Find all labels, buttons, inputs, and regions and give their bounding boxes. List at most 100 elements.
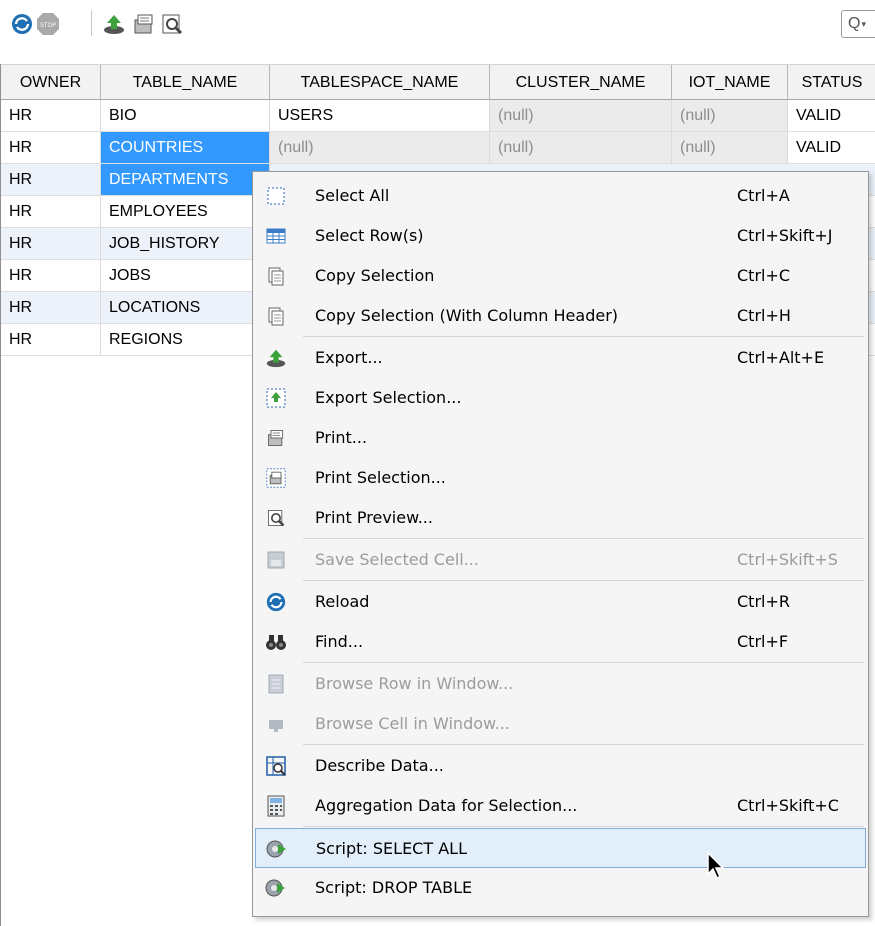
- menu-item-shortcut: Ctrl+C: [737, 266, 791, 285]
- menu-item-print-preview[interactable]: Print Preview...: [255, 498, 866, 538]
- table-row[interactable]: HR COUNTRIES (null) (null) (null) VALID: [1, 132, 875, 164]
- menu-item-label: Browse Row in Window...: [315, 674, 514, 693]
- print-icon: [134, 14, 153, 34]
- column-header[interactable]: STATUS: [788, 65, 875, 100]
- grid-cell[interactable]: HR: [1, 164, 101, 195]
- menu-item-label: Print...: [315, 428, 368, 447]
- binoculars-icon: [265, 631, 287, 653]
- export-icon: [104, 15, 124, 34]
- grid-cell[interactable]: HR: [1, 196, 101, 227]
- menu-item-save-selected-cell[interactable]: Save Selected Cell... Ctrl+Skift+S: [255, 540, 866, 580]
- menu-item-print-selection[interactable]: Print Selection...: [255, 458, 866, 498]
- grid-cell[interactable]: (null): [270, 132, 490, 163]
- menu-item-shortcut: Ctrl+Skift+S: [737, 550, 838, 569]
- export-icon: [265, 347, 287, 369]
- export-selection-icon: [265, 387, 287, 409]
- toolbar-separator: [91, 10, 92, 36]
- search-input[interactable]: Q ▾: [841, 10, 875, 38]
- svg-text:STOP: STOP: [40, 22, 56, 29]
- menu-item-reload[interactable]: Reload Ctrl+R: [255, 582, 866, 622]
- grid-cell[interactable]: VALID: [788, 100, 875, 131]
- menu-item-label: Export...: [315, 348, 383, 367]
- grid-cell[interactable]: VALID: [788, 132, 875, 163]
- menu-item-copy-selection[interactable]: Copy Selection Ctrl+C: [255, 256, 866, 296]
- menu-item-shortcut: Ctrl+Skift+C: [737, 796, 839, 815]
- menu-item-shortcut: Ctrl+R: [737, 592, 790, 611]
- menu-item-describe-data[interactable]: Describe Data...: [255, 746, 866, 786]
- print-button[interactable]: [132, 12, 156, 36]
- menu-item-find[interactable]: Find... Ctrl+F: [255, 622, 866, 662]
- save-cell-icon: [265, 549, 287, 571]
- grid-cell[interactable]: HR: [1, 132, 101, 163]
- menu-item-label: Script: SELECT ALL: [316, 839, 467, 858]
- mouse-cursor-icon: [707, 852, 725, 880]
- stop-button[interactable]: STOP: [36, 12, 60, 36]
- chevron-down-icon: ▾: [861, 18, 866, 29]
- grid-cell[interactable]: EMPLOYEES: [101, 196, 270, 227]
- grid-cell-selected[interactable]: COUNTRIES: [101, 132, 270, 163]
- menu-item-label: Copy Selection (With Column Header): [315, 306, 619, 325]
- copy-icon: [265, 265, 287, 287]
- menu-separator: [303, 662, 864, 663]
- grid-cell[interactable]: BIO: [101, 100, 270, 131]
- menu-item-select-all[interactable]: Select All Ctrl+A: [255, 176, 866, 216]
- menu-item-copy-with-header[interactable]: Copy Selection (With Column Header) Ctrl…: [255, 296, 866, 336]
- menu-item-select-rows[interactable]: Select Row(s) Ctrl+Skift+J: [255, 216, 866, 256]
- grid-cell[interactable]: (null): [490, 132, 672, 163]
- script-icon: [266, 838, 288, 860]
- stop-icon: STOP: [37, 13, 59, 35]
- menu-item-aggregation-data[interactable]: Aggregation Data for Selection... Ctrl+S…: [255, 786, 866, 826]
- reload-icon: [12, 14, 32, 34]
- search-icon: Q: [848, 15, 861, 32]
- menu-item-script-drop-table[interactable]: Script: DROP TABLE: [255, 868, 866, 908]
- grid-cell[interactable]: (null): [672, 132, 788, 163]
- print-preview-icon: [265, 507, 287, 529]
- context-menu: Select All Ctrl+A Select Row(s) Ctrl+Ski…: [252, 171, 869, 917]
- column-header[interactable]: TABLESPACE_NAME: [270, 65, 490, 100]
- export-button[interactable]: [102, 12, 126, 36]
- column-header[interactable]: CLUSTER_NAME: [490, 65, 672, 100]
- grid-cell[interactable]: JOB_HISTORY: [101, 228, 270, 259]
- grid-cell[interactable]: (null): [672, 100, 788, 131]
- print-selection-icon: [265, 467, 287, 489]
- menu-item-print[interactable]: Print...: [255, 418, 866, 458]
- column-header[interactable]: OWNER: [1, 65, 101, 100]
- grid-cell[interactable]: HR: [1, 292, 101, 323]
- menu-item-label: Aggregation Data for Selection...: [315, 796, 578, 815]
- print-preview-icon: [162, 14, 183, 35]
- menu-item-shortcut: Ctrl+A: [737, 186, 790, 205]
- grid-cell[interactable]: HR: [1, 324, 101, 355]
- menu-item-label: Reload: [315, 592, 370, 611]
- print-icon: [265, 427, 287, 449]
- menu-separator: [303, 580, 864, 581]
- print-preview-button[interactable]: [160, 12, 184, 36]
- grid-cell[interactable]: REGIONS: [101, 324, 270, 355]
- menu-item-browse-cell[interactable]: Browse Cell in Window...: [255, 704, 866, 744]
- grid-cell[interactable]: HR: [1, 260, 101, 291]
- menu-separator: [303, 336, 864, 337]
- select-all-icon: [265, 185, 287, 207]
- grid-cell[interactable]: JOBS: [101, 260, 270, 291]
- grid-cell-selected[interactable]: DEPARTMENTS: [101, 164, 270, 195]
- menu-item-label: Print Preview...: [315, 508, 433, 527]
- menu-item-script-select-all[interactable]: Script: SELECT ALL: [255, 828, 866, 868]
- menu-separator: [303, 826, 864, 827]
- script-icon: [265, 877, 287, 899]
- menu-item-export[interactable]: Export... Ctrl+Alt+E: [255, 338, 866, 378]
- menu-item-export-selection[interactable]: Export Selection...: [255, 378, 866, 418]
- grid-cell[interactable]: (null): [490, 100, 672, 131]
- column-header[interactable]: IOT_NAME: [672, 65, 788, 100]
- menu-item-label: Script: DROP TABLE: [315, 878, 473, 897]
- grid-cell[interactable]: HR: [1, 228, 101, 259]
- menu-item-browse-row[interactable]: Browse Row in Window...: [255, 664, 866, 704]
- menu-item-label: Save Selected Cell...: [315, 550, 479, 569]
- menu-item-label: Export Selection...: [315, 388, 462, 407]
- reload-button[interactable]: [10, 12, 34, 36]
- copy-header-icon: [265, 305, 287, 327]
- grid-cell[interactable]: USERS: [270, 100, 490, 131]
- grid-cell[interactable]: HR: [1, 100, 101, 131]
- column-header[interactable]: TABLE_NAME: [101, 65, 270, 100]
- grid-cell[interactable]: LOCATIONS: [101, 292, 270, 323]
- menu-separator: [303, 744, 864, 745]
- table-row[interactable]: HR BIO USERS (null) (null) VALID: [1, 100, 875, 132]
